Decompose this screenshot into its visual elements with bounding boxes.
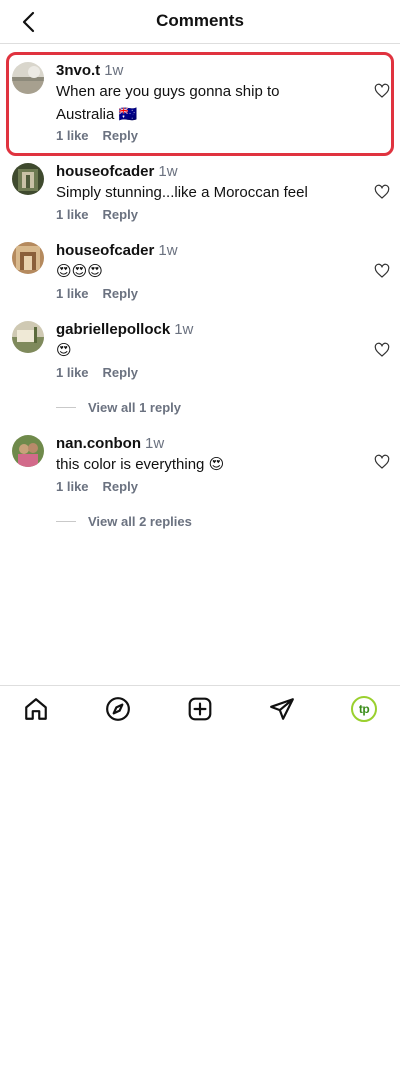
avatar[interactable] <box>12 163 44 195</box>
comment-username[interactable]: gabriellepollock <box>56 321 170 338</box>
header: Comments <box>0 0 400 44</box>
comment-time: 1w <box>104 62 124 79</box>
reply-button[interactable]: Reply <box>103 365 138 380</box>
view-replies-label: View all 2 replies <box>88 514 192 529</box>
like-count[interactable]: 1 like <box>56 479 89 494</box>
avatar[interactable] <box>12 242 44 274</box>
comment-text: 😍😍😍 <box>56 263 103 280</box>
like-count[interactable]: 1 like <box>56 365 89 380</box>
reply-button[interactable]: Reply <box>103 479 138 494</box>
heart-icon[interactable] <box>374 263 390 279</box>
reply-divider <box>56 521 76 522</box>
create-icon <box>188 697 212 721</box>
view-replies-button[interactable]: View all 1 reply <box>56 400 181 415</box>
profile-avatar: tp <box>351 696 377 722</box>
tab-profile[interactable]: tp <box>351 696 377 722</box>
like-count[interactable]: 1 like <box>56 286 89 301</box>
direct-icon <box>270 698 294 720</box>
comment-time: 1w <box>145 435 165 452</box>
reply-button[interactable]: Reply <box>103 286 138 301</box>
comment-time: 1w <box>174 321 194 338</box>
reply-button[interactable]: Reply <box>103 128 138 143</box>
comment-username[interactable]: houseofcader <box>56 242 154 259</box>
page-title: Comments <box>156 11 244 30</box>
comment-text-continued: Australia 🇦🇺 <box>56 106 138 123</box>
reply-divider <box>56 407 76 408</box>
heart-icon[interactable] <box>374 184 390 200</box>
like-count[interactable]: 1 like <box>56 128 89 143</box>
comment-text: When are you guys gonna ship to <box>56 83 280 100</box>
comment-time: 1w <box>158 163 178 180</box>
comment-username[interactable]: houseofcader <box>56 163 154 180</box>
like-count[interactable]: 1 like <box>56 207 89 222</box>
view-replies-button[interactable]: View all 2 replies <box>56 514 192 529</box>
comment-text: 😍 <box>56 342 72 359</box>
home-icon <box>25 698 47 720</box>
avatar[interactable] <box>12 321 44 353</box>
tab-home[interactable] <box>23 696 49 722</box>
tab-create[interactable] <box>187 696 213 722</box>
comment-text: Simply stunning...like a Moroccan feel <box>56 184 308 201</box>
explore-icon <box>106 697 130 721</box>
heart-icon[interactable] <box>374 454 390 470</box>
comment-username[interactable]: nan.conbon <box>56 435 141 452</box>
tab-direct[interactable] <box>269 696 295 722</box>
comment-username[interactable]: 3nvo.t <box>56 62 100 79</box>
view-replies-label: View all 1 reply <box>88 400 181 415</box>
reply-button[interactable]: Reply <box>103 207 138 222</box>
avatar[interactable] <box>12 62 44 94</box>
heart-icon[interactable] <box>374 83 390 99</box>
bottom-tab-bar: tp <box>0 685 400 733</box>
comment-time: 1w <box>158 242 178 259</box>
heart-icon[interactable] <box>374 342 390 358</box>
comment-text: this color is everything 😍 <box>56 456 225 473</box>
avatar[interactable] <box>12 435 44 467</box>
tab-explore[interactable] <box>105 696 131 722</box>
